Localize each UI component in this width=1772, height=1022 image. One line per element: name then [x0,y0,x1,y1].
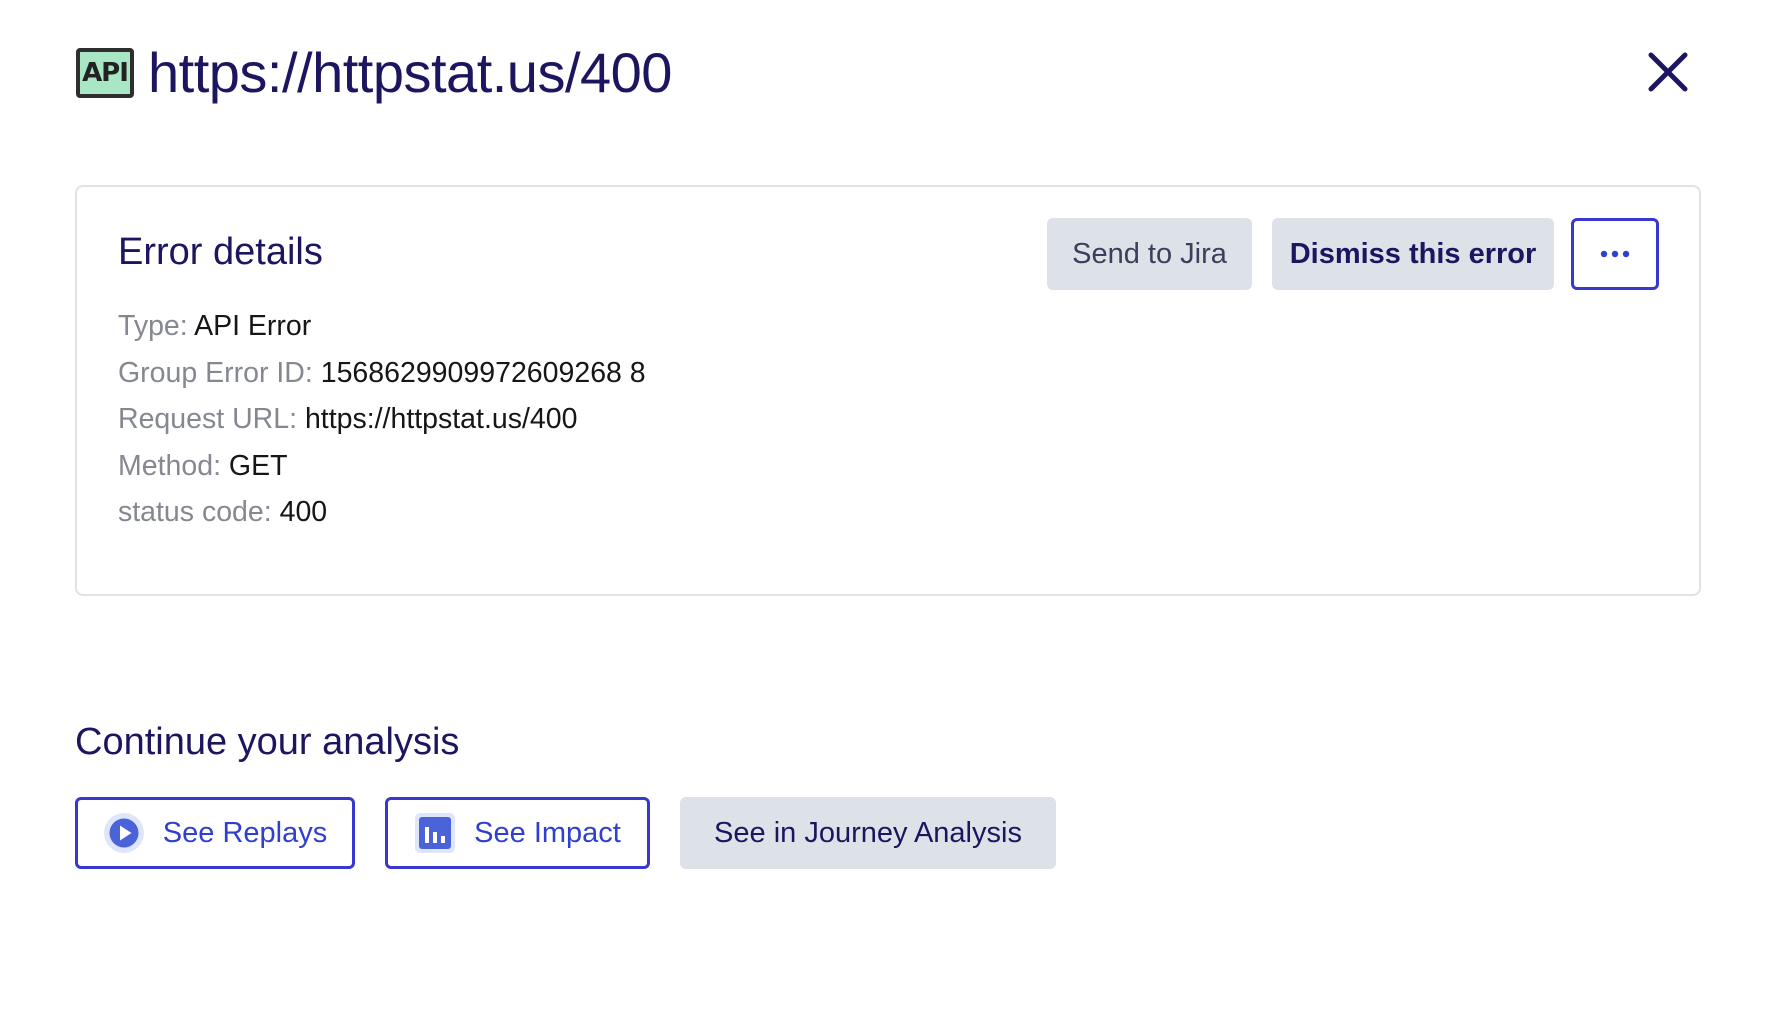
see-in-journey-analysis-button[interactable]: See in Journey Analysis [680,797,1056,869]
more-options-button[interactable] [1571,218,1659,290]
detail-value: API Error [194,310,312,342]
detail-separator: : [263,496,280,528]
detail-key: status code [118,496,264,528]
continue-analysis-actions: See Replays See Impact See in Journey An… [75,797,1056,869]
detail-separator: : [289,403,305,435]
dismiss-error-button[interactable]: Dismiss this error [1272,218,1554,290]
send-to-jira-button[interactable]: Send to Jira [1047,218,1252,290]
detail-key: Type [118,310,180,342]
continue-analysis-title: Continue your analysis [75,721,460,763]
play-icon [103,812,145,854]
detail-row-type: Type: API Error [118,303,646,350]
page-title: https://httpstat.us/400 [148,41,672,104]
detail-row-method: Method: GET [118,443,646,490]
see-impact-label: See Impact [474,816,621,849]
detail-value: 400 [279,496,328,528]
detail-value: 1568629909972609268 8 [320,356,646,389]
more-horizontal-icon [1600,250,1630,258]
detail-key: Method [118,449,214,482]
detail-row-group-error-id: Group Error ID: 1568629909972609268 8 [118,350,646,397]
close-icon [1648,52,1688,92]
detail-row-status-code: status code: 400 [118,489,646,536]
error-details-card: Error details Send to Jira Dismiss this … [75,185,1701,596]
see-replays-button[interactable]: See Replays [75,797,355,869]
detail-key: Request URL [118,403,290,435]
error-details-title: Error details [118,231,323,273]
error-details-list: Type: API Error Group Error ID: 15686299… [118,303,646,536]
see-impact-button[interactable]: See Impact [385,797,650,869]
bar-chart-icon [414,812,456,854]
api-icon: API [76,48,134,98]
detail-key: Group Error ID [118,356,305,389]
error-actions: Send to Jira Dismiss this error [1047,218,1659,290]
error-detail-page: API https://httpstat.us/400 Error detail… [0,0,1772,1022]
detail-value: GET [228,449,288,482]
api-icon-label: API [82,58,129,88]
detail-separator: : [179,310,195,342]
detail-separator: : [304,356,321,389]
close-button[interactable] [1640,44,1696,100]
detail-value: https://httpstat.us/400 [304,403,578,435]
see-replays-label: See Replays [162,816,328,849]
detail-separator: : [213,449,229,482]
detail-row-request-url: Request URL: https://httpstat.us/400 [118,396,646,443]
header: API https://httpstat.us/400 [76,34,1696,112]
